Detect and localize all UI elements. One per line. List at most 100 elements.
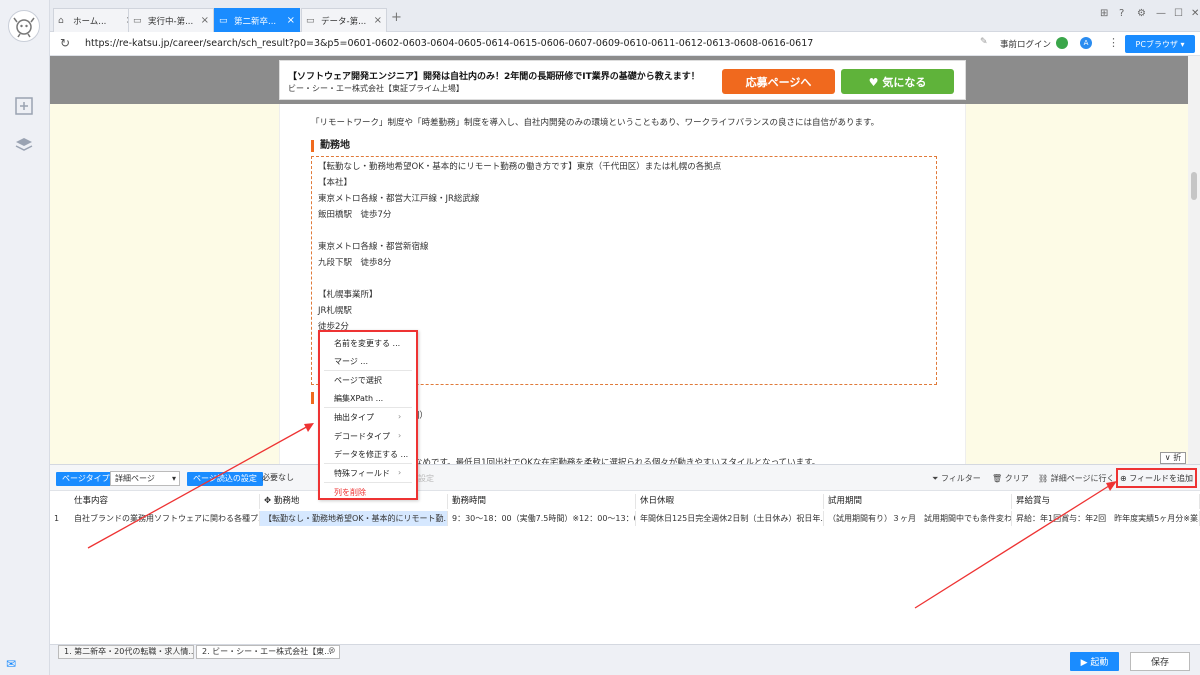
more-icon[interactable]: ⋮ [1108, 36, 1119, 49]
table-cell[interactable]: 9：30～18：00（実働7.5時間）※12：00～13：00... [448, 511, 636, 526]
chevron-down-icon: ▾ [171, 474, 176, 483]
location-line: 東京メトロ各線・都営新宿線 [318, 242, 429, 252]
url-field[interactable]: https://re-katsu.jp/career/search/sch_re… [85, 38, 813, 49]
column-header[interactable]: 試用期間 [824, 494, 1012, 509]
location-line: 飯田橋駅 徒歩7分 [318, 210, 392, 220]
fold-button[interactable]: ∨ 折る [1160, 452, 1186, 464]
goto-detail-button[interactable]: ⛓ 詳細ページに行く [1038, 473, 1115, 484]
menu-item-delete-column[interactable]: 列を削除 [334, 487, 366, 498]
close-icon[interactable]: × [374, 15, 382, 26]
filter-icon: ⏷ [932, 474, 939, 483]
page-type-tag: ページタイプ [56, 472, 116, 486]
settings-hint[interactable]: 設定 [418, 473, 434, 484]
row-number: 1 [54, 514, 60, 523]
layers-icon[interactable] [13, 135, 35, 157]
menu-divider [324, 407, 412, 408]
column-header[interactable]: 昇給賞与 [1012, 494, 1200, 509]
close-icon[interactable]: ⊗ [328, 646, 336, 656]
section-title-location: 勤務地 [311, 140, 350, 152]
page-icon: ▭ [219, 15, 228, 26]
column-header[interactable]: 勤務時間 [448, 494, 636, 509]
location-line: 【本社】 [318, 178, 353, 188]
reload-icon[interactable]: ↻ [60, 36, 70, 50]
help-icon[interactable]: ? [1119, 8, 1124, 19]
minimize-icon[interactable]: — [1156, 8, 1166, 19]
tab-running[interactable]: ▭ 実行中-第... × [128, 8, 214, 32]
required-select[interactable]: 必要なし [258, 471, 318, 486]
chevron-right-icon: › [398, 431, 402, 440]
panel-toolbar: ページタイプ 詳細ページ ▾ ページ読込の設定 必要なし 設定 ⏷ フィルター 🗑… [50, 465, 1200, 491]
apply-button[interactable]: 応募ページへ [722, 69, 835, 94]
close-icon[interactable]: × [201, 15, 209, 26]
context-menu: 名前を変更する ... マージ ... ページで選択 編集XPath ... 抽… [318, 330, 418, 500]
menu-item-decode-type[interactable]: デコードタイプ › [334, 431, 401, 442]
window-close-icon[interactable]: ✕ [1191, 8, 1199, 19]
add-field-button[interactable]: ⊕ フィールドを追加 [1116, 468, 1197, 488]
status-icon[interactable] [1056, 37, 1068, 49]
menu-item-extract-type[interactable]: 抽出タイプ › [334, 412, 401, 423]
settings-icon[interactable]: ⚙ [1137, 8, 1146, 19]
clear-button[interactable]: 🗑 クリア [992, 473, 1029, 484]
left-sidebar [0, 0, 50, 675]
page-icon: ▭ [306, 15, 315, 26]
location-line: 【転勤なし・勤務地希望OK・基本的にリモート勤務の働き方です】東京（千代田区）ま… [318, 162, 722, 172]
favorite-button[interactable]: ♥ 気になる [841, 69, 954, 94]
new-task-icon[interactable] [13, 96, 35, 118]
save-button[interactable]: 保存 [1130, 652, 1190, 671]
edit-icon[interactable]: ✎ [980, 37, 988, 47]
job-header: 【ソフトウェア開発エンジニア】開発は自社内のみ！2年間の長期研修でIT業界の基礎… [279, 60, 966, 100]
menu-item-special-field[interactable]: 特殊フィールド › [334, 468, 401, 479]
mail-icon[interactable]: ✉ [6, 657, 16, 671]
remote-partial: と少なめです。最低月1回出社でOKな在宅勤務を柔軟に選択られる個々が動きやすいス… [397, 458, 821, 464]
run-button[interactable]: ▶ 起動 [1070, 652, 1119, 671]
new-tab-icon[interactable]: + [391, 10, 402, 25]
tab-daini-shinsotsu[interactable]: ▭ 第二新卒... × [214, 8, 300, 32]
table-cell[interactable]: 年間休日125日完全週休2日制（土日休み）祝日年... [636, 511, 824, 526]
table-cell-selected[interactable]: 【転勤なし・勤務地希望OK・基本的にリモート勤... [260, 511, 448, 526]
trash-icon: 🗑 [992, 474, 1003, 483]
column-header[interactable]: 休日休暇 [636, 494, 824, 509]
prelogin-button[interactable]: 事前ログイン [1000, 38, 1051, 50]
close-icon[interactable]: × [287, 15, 295, 26]
link-icon: ⛓ [1038, 474, 1049, 483]
app-logo[interactable] [8, 10, 40, 42]
bottom-bar: 1. 第二新卒・20代の転職・求人情... 2. ビー・シー・エー株式会社【東.… [50, 644, 1200, 675]
gift-icon[interactable]: ⊞ [1100, 8, 1108, 19]
location-line: 九段下駅 徒歩8分 [318, 258, 392, 268]
menu-item-fix-data[interactable]: データを修正する ... [334, 449, 408, 460]
menu-divider [324, 482, 412, 483]
page-settings-tag: ページ読込の設定 [187, 472, 263, 486]
vertical-scrollbar[interactable] [1188, 56, 1200, 464]
column-header[interactable]: 仕事内容 [70, 494, 260, 509]
chevron-right-icon: › [398, 468, 402, 477]
scrollbar-thumb[interactable] [1191, 172, 1197, 200]
maximize-icon[interactable]: ☐ [1174, 8, 1183, 19]
menu-item-edit-xpath[interactable]: 編集XPath ... [334, 393, 383, 404]
data-panel: ページタイプ 詳細ページ ▾ ページ読込の設定 必要なし 設定 ⏷ フィルター 🗑… [50, 464, 1200, 644]
page-icon: ▭ [133, 15, 142, 26]
page-type-select[interactable]: 詳細ページ ▾ [110, 471, 180, 486]
table-cell[interactable]: （試用期間有り）３ヶ月 試用期間中でも条件変わ... [824, 511, 1012, 526]
menu-item-select-in-page[interactable]: ページで選択 [334, 375, 382, 386]
tab-data[interactable]: ▭ データ-第... × [301, 8, 387, 32]
data-grid: 仕事内容 ✥ 勤務地 勤務時間 休日休暇 試用期間 昇給賞与 1 自社ブランドの… [50, 491, 1200, 529]
tab-home[interactable]: ⌂ ホーム... × [53, 8, 139, 32]
company-name: ビー・シー・エー株式会社【東証プライム上場】 [288, 84, 464, 93]
menu-item-merge[interactable]: マージ ... [334, 356, 368, 367]
location-line: 東京メトロ各線・都営大江戸線・JR総武線 [318, 194, 480, 204]
location-line: 【札幌事業所】 [318, 290, 378, 300]
bottom-tab-1[interactable]: 1. 第二新卒・20代の転職・求人情... [58, 645, 194, 659]
filter-button[interactable]: ⏷ フィルター [932, 473, 981, 484]
bottom-tab-2[interactable]: 2. ビー・シー・エー株式会社【東... [196, 645, 340, 659]
extension-icon[interactable]: A [1080, 37, 1092, 49]
table-cell[interactable]: 自社ブランドの業務用ソフトウェアに関わる各種プ... [70, 511, 260, 526]
menu-divider [324, 463, 412, 464]
table-cell[interactable]: 昇給：年1回賞与：年2回 昨年度実績5ヶ月分※業... [1012, 511, 1200, 526]
section-marker [311, 392, 314, 404]
pc-browser-button[interactable]: PCブラウザ ▾ [1125, 35, 1195, 53]
menu-item-rename[interactable]: 名前を変更する ... [334, 338, 400, 349]
menu-divider [324, 370, 412, 371]
chevron-right-icon: › [398, 412, 402, 421]
job-title: 【ソフトウェア開発エンジニア】開発は自社内のみ！2年間の長期研修でIT業界の基礎… [288, 72, 700, 82]
browser-tab-bar: ⌂ ホーム... × ▭ 実行中-第... × ▭ 第二新卒... × ▭ デー… [50, 0, 1200, 32]
